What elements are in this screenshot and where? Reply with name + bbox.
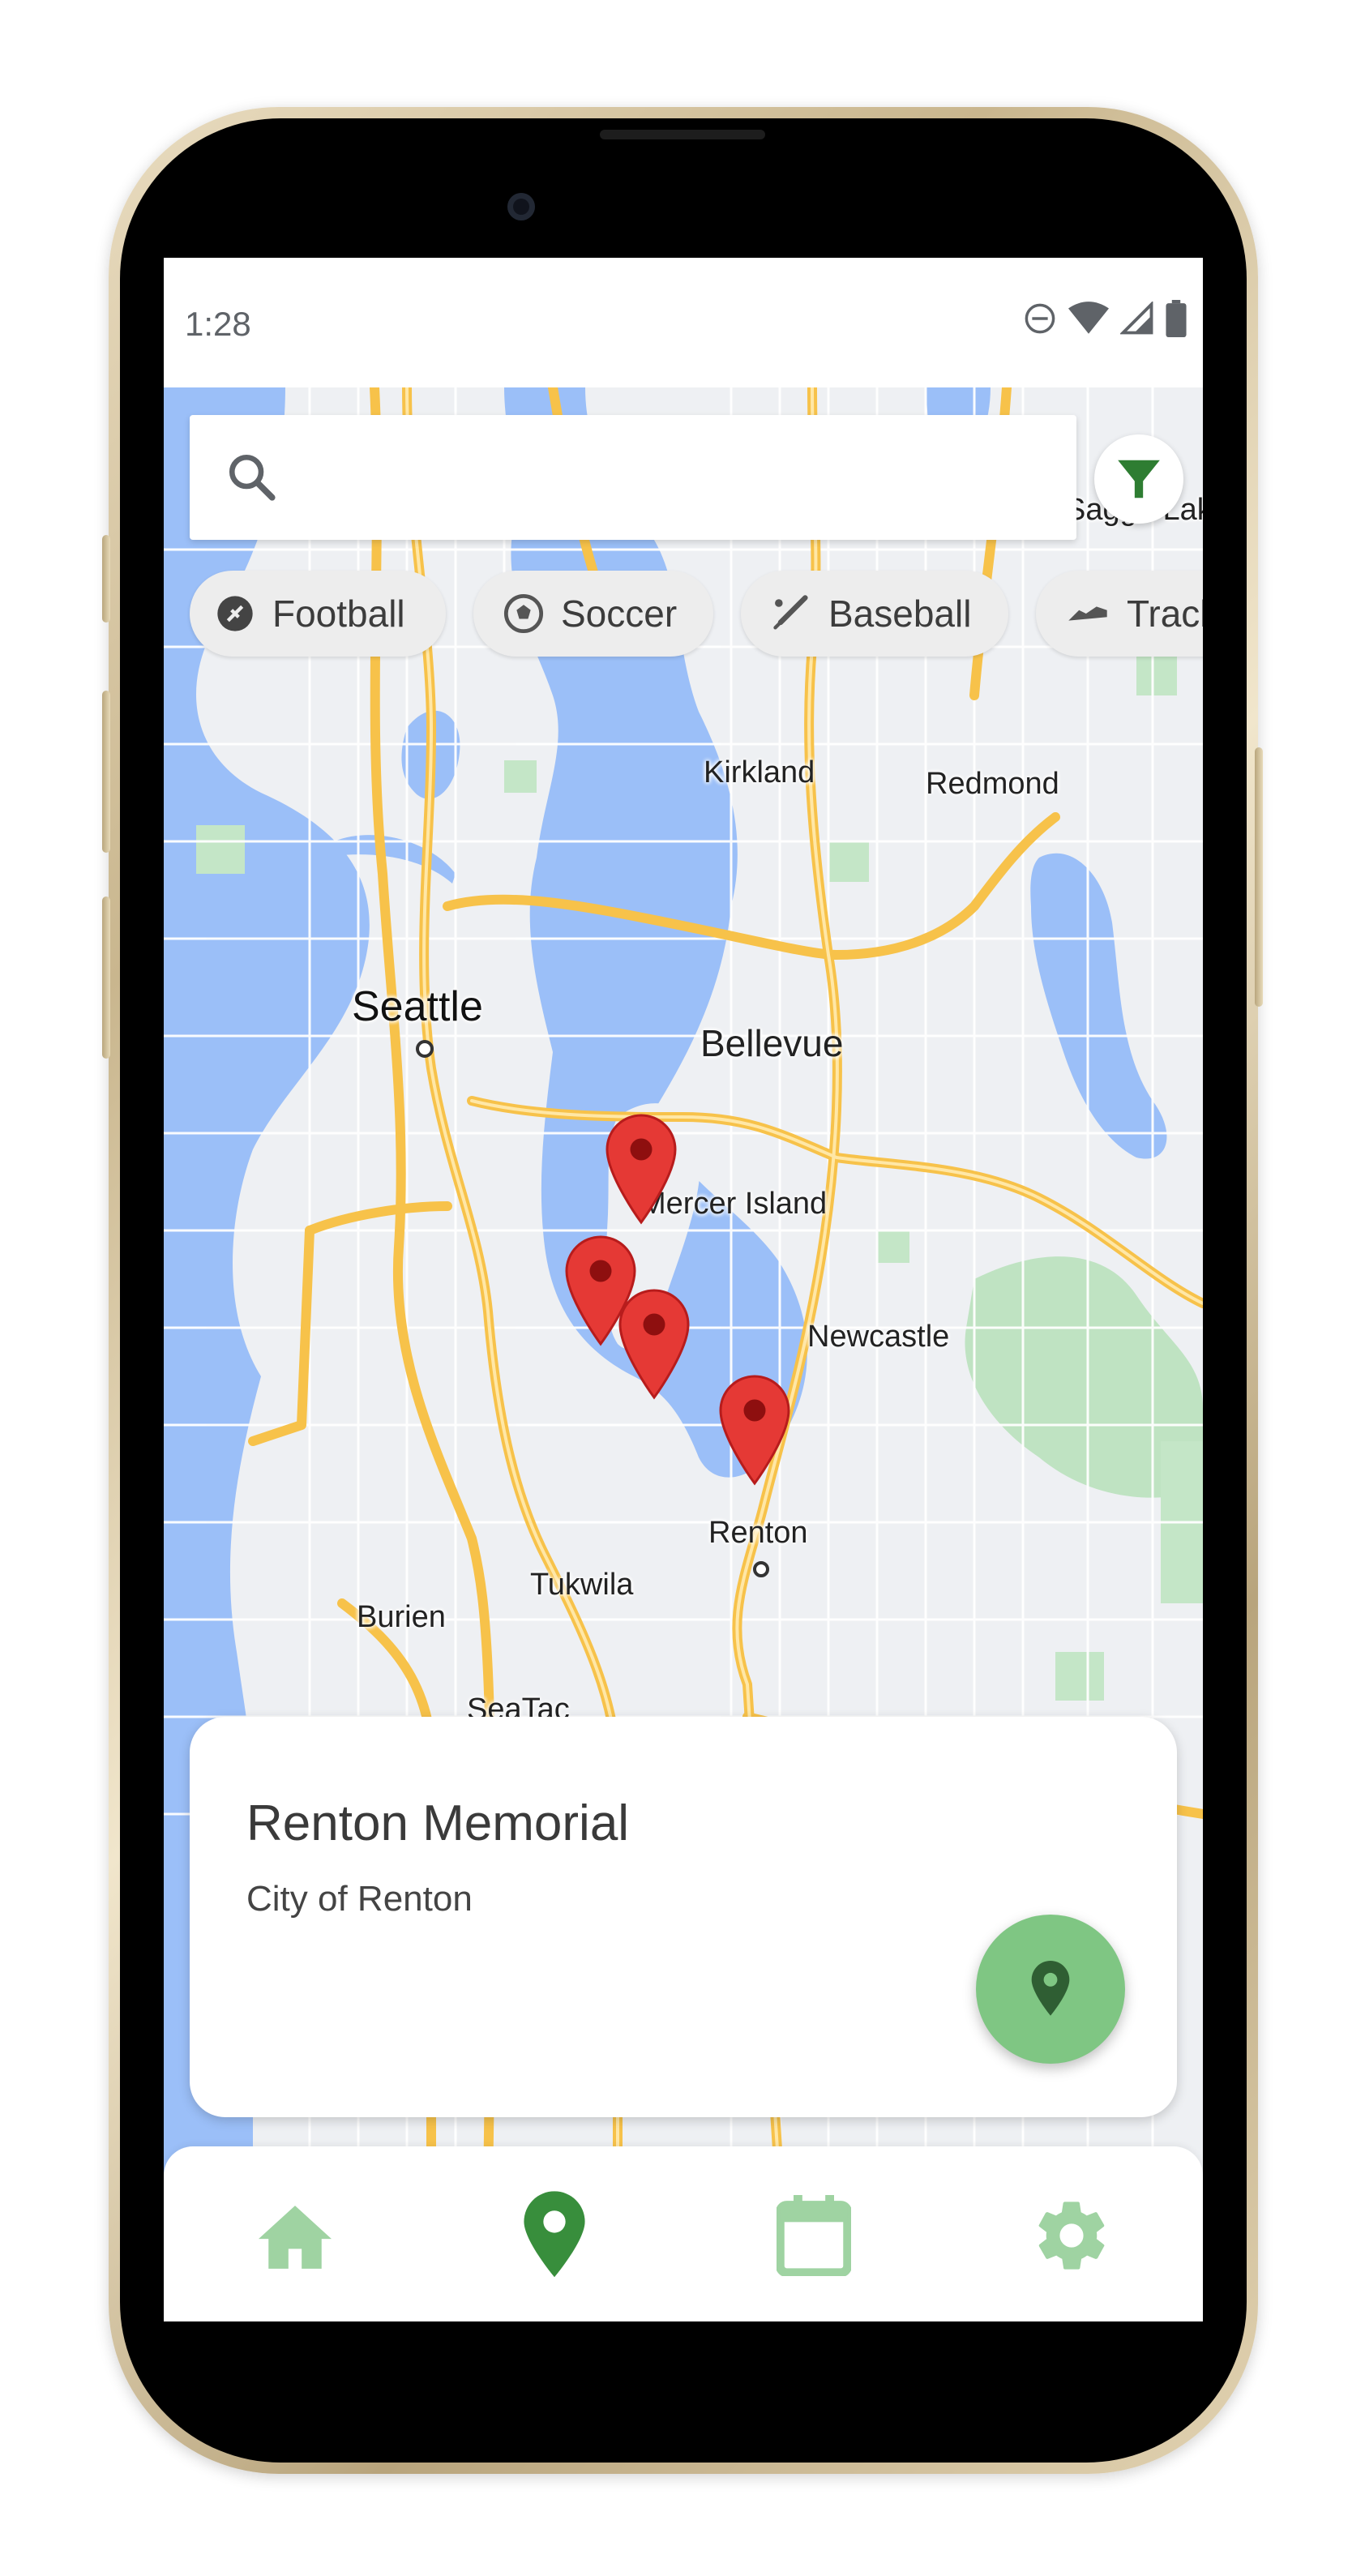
home-icon bbox=[259, 2206, 332, 2269]
map-marker[interactable] bbox=[618, 1287, 691, 1401]
do-not-disturb-icon bbox=[1025, 303, 1055, 334]
baseball-bat-icon bbox=[773, 595, 808, 630]
cellular-signal-icon bbox=[1120, 302, 1153, 335]
location-pin-icon bbox=[1031, 1961, 1070, 2016]
chip-baseball[interactable]: Baseball bbox=[741, 571, 1008, 657]
chip-football[interactable]: Football bbox=[190, 571, 446, 657]
chip-soccer[interactable]: Soccer bbox=[473, 571, 713, 657]
front-camera bbox=[507, 193, 535, 220]
app-screen: 1:28 La Kirkland Redmond Seattle Bellevu… bbox=[164, 258, 1203, 2321]
status-bar: 1:28 bbox=[164, 258, 1203, 387]
volume-down-button bbox=[102, 896, 110, 1059]
soccer-ball-icon bbox=[503, 593, 544, 634]
map-label-newcastle: Newcastle bbox=[807, 1320, 950, 1354]
search-input[interactable] bbox=[287, 443, 1052, 514]
nav-home[interactable] bbox=[238, 2187, 352, 2284]
filter-button[interactable] bbox=[1094, 434, 1183, 524]
map-marker[interactable] bbox=[718, 1373, 791, 1487]
location-owner: City of Renton bbox=[246, 1879, 473, 1919]
gear-icon bbox=[1038, 2202, 1105, 2270]
chip-label: Soccer bbox=[561, 593, 678, 635]
volume-up-button bbox=[102, 691, 110, 853]
map-label-redmond: Redmond bbox=[926, 767, 1059, 801]
chip-track[interactable]: Track bbox=[1036, 571, 1203, 657]
map-label-bellevue: Bellevue bbox=[700, 1022, 844, 1064]
calendar-icon bbox=[777, 2195, 851, 2276]
running-shoe-icon bbox=[1068, 606, 1107, 621]
location-name: Renton Memorial bbox=[246, 1795, 630, 1851]
search-bar bbox=[190, 415, 1076, 540]
bottom-navigation bbox=[164, 2146, 1203, 2321]
battery-icon bbox=[1166, 300, 1187, 337]
nav-settings[interactable] bbox=[1015, 2187, 1128, 2284]
action-button bbox=[102, 535, 110, 623]
status-icons bbox=[1023, 300, 1187, 337]
map-label-burien: Burien bbox=[357, 1600, 446, 1634]
chip-label: Football bbox=[272, 593, 405, 635]
speaker-grille bbox=[600, 130, 765, 139]
search-icon bbox=[229, 454, 276, 501]
map-label-kirkland: Kirkland bbox=[704, 755, 815, 789]
football-icon bbox=[217, 596, 253, 631]
wifi-icon bbox=[1068, 302, 1109, 334]
location-pin-icon bbox=[524, 2191, 585, 2278]
chip-label: Baseball bbox=[828, 593, 972, 635]
map-marker[interactable] bbox=[605, 1112, 678, 1226]
filter-icon bbox=[1118, 460, 1160, 499]
nav-calendar[interactable] bbox=[757, 2187, 871, 2284]
chip-label: Track bbox=[1127, 593, 1203, 635]
status-time: 1:28 bbox=[185, 305, 251, 343]
directions-button[interactable] bbox=[976, 1915, 1125, 2064]
nav-map[interactable] bbox=[498, 2187, 611, 2284]
map-label-tukwila: Tukwila bbox=[530, 1568, 634, 1602]
power-button bbox=[1255, 747, 1263, 1007]
sport-filter-chips: Football Soccer Baseball Track bbox=[190, 571, 1203, 657]
map-label-seattle: Seattle bbox=[352, 983, 483, 1030]
map-label-renton: Renton bbox=[708, 1516, 808, 1550]
